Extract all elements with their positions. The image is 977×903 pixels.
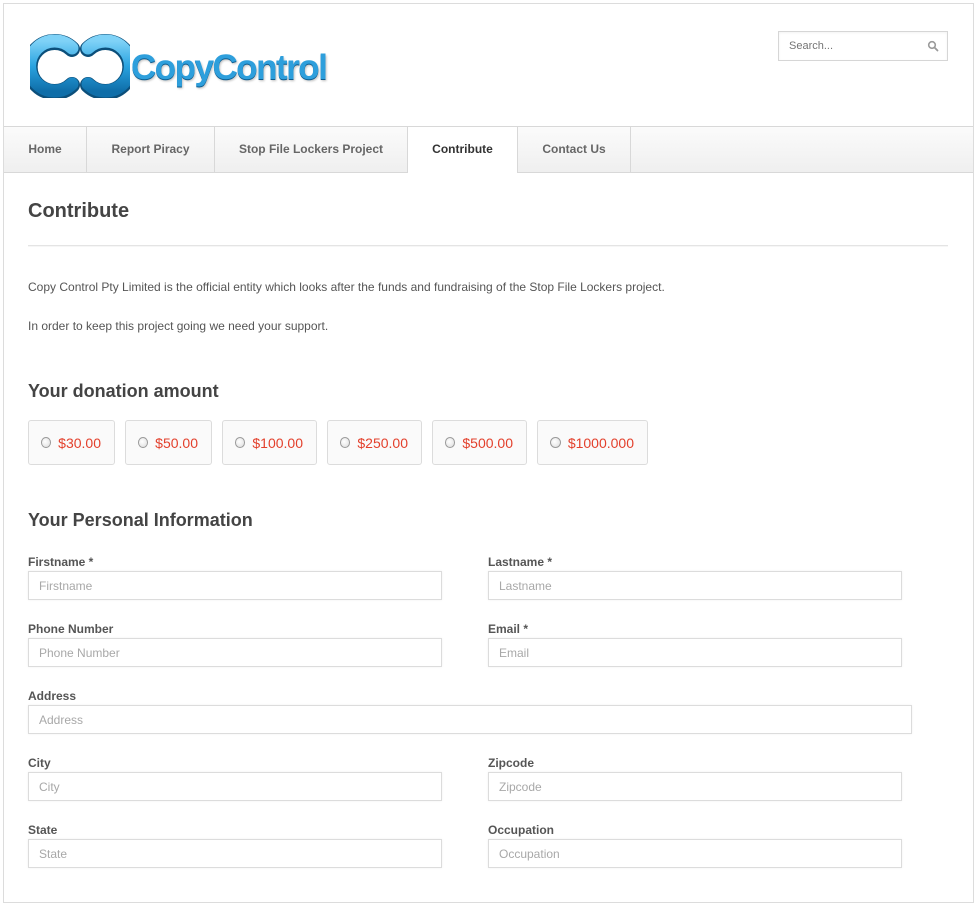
amount-label: $100.00 bbox=[252, 434, 303, 451]
search-box bbox=[778, 31, 948, 61]
donation-option-250[interactable]: $250.00 bbox=[327, 420, 422, 465]
intro-paragraph: Copy Control Pty Limited is the official… bbox=[28, 280, 665, 294]
page-title: Contribute bbox=[28, 200, 130, 222]
radio-button[interactable] bbox=[235, 437, 246, 448]
amount-label: $1000.000 bbox=[567, 434, 634, 451]
logo-text: CopyControl bbox=[131, 48, 328, 87]
firstname-input[interactable] bbox=[28, 571, 442, 600]
donation-option-500[interactable]: $500.00 bbox=[432, 420, 527, 465]
radio-button[interactable] bbox=[138, 437, 149, 448]
radio-button[interactable] bbox=[445, 437, 456, 448]
city-label: City bbox=[28, 756, 51, 770]
phone-number-input[interactable] bbox=[28, 638, 442, 667]
radio-button[interactable] bbox=[340, 437, 351, 448]
occupation-label: Occupation bbox=[488, 823, 555, 837]
lastname-input[interactable] bbox=[488, 571, 902, 600]
donation-option-50[interactable]: $50.00 bbox=[125, 420, 212, 465]
nav-stop-file-lockers-project[interactable]: Stop File Lockers Project bbox=[215, 127, 408, 172]
address-input[interactable] bbox=[28, 705, 912, 734]
state-input[interactable] bbox=[28, 839, 442, 868]
donation-amount-options: $30.00 $50.00 $100.00 $250.00 $500.00 $1… bbox=[28, 420, 658, 465]
amount-label: $50.00 bbox=[155, 434, 198, 451]
page: CopyControl Home Report Piracy Stop File… bbox=[3, 3, 974, 903]
radio-button[interactable] bbox=[550, 437, 561, 448]
amount-label: $500.00 bbox=[462, 434, 513, 451]
support-paragraph: In order to keep this project going we n… bbox=[28, 319, 329, 333]
state-label: State bbox=[28, 823, 58, 837]
donation-option-100[interactable]: $100.00 bbox=[222, 420, 317, 465]
search-input[interactable] bbox=[779, 32, 919, 60]
search-icon[interactable] bbox=[927, 40, 939, 52]
firstname-label: Firstname * bbox=[28, 555, 94, 569]
personal-info-section-title: Your Personal Information bbox=[28, 510, 253, 530]
email-label: Email * bbox=[488, 622, 529, 636]
nav-contact-us[interactable]: Contact Us bbox=[518, 127, 631, 172]
main-nav: Home Report Piracy Stop File Lockers Pro… bbox=[4, 126, 973, 173]
nav-contribute[interactable]: Contribute bbox=[408, 127, 518, 173]
nav-home[interactable]: Home bbox=[4, 127, 87, 172]
donation-section-title: Your donation amount bbox=[28, 381, 219, 401]
nav-report-piracy[interactable]: Report Piracy bbox=[87, 127, 215, 172]
title-divider bbox=[28, 245, 948, 247]
amount-label: $250.00 bbox=[357, 434, 408, 451]
amount-label: $30.00 bbox=[58, 434, 101, 451]
copycontrol-logo-icon bbox=[30, 34, 130, 98]
zipcode-label: Zipcode bbox=[488, 756, 535, 770]
donation-option-1000[interactable]: $1000.000 bbox=[537, 420, 648, 465]
occupation-input[interactable] bbox=[488, 839, 902, 868]
city-input[interactable] bbox=[28, 772, 442, 801]
site-header: CopyControl bbox=[4, 4, 973, 127]
lastname-label: Lastname * bbox=[488, 555, 553, 569]
donation-option-30[interactable]: $30.00 bbox=[28, 420, 115, 465]
site-logo[interactable]: CopyControl bbox=[30, 34, 330, 98]
radio-button[interactable] bbox=[41, 437, 52, 448]
phone-number-label: Phone Number bbox=[28, 622, 114, 636]
email-input[interactable] bbox=[488, 638, 902, 667]
zipcode-input[interactable] bbox=[488, 772, 902, 801]
address-label: Address bbox=[28, 689, 77, 703]
